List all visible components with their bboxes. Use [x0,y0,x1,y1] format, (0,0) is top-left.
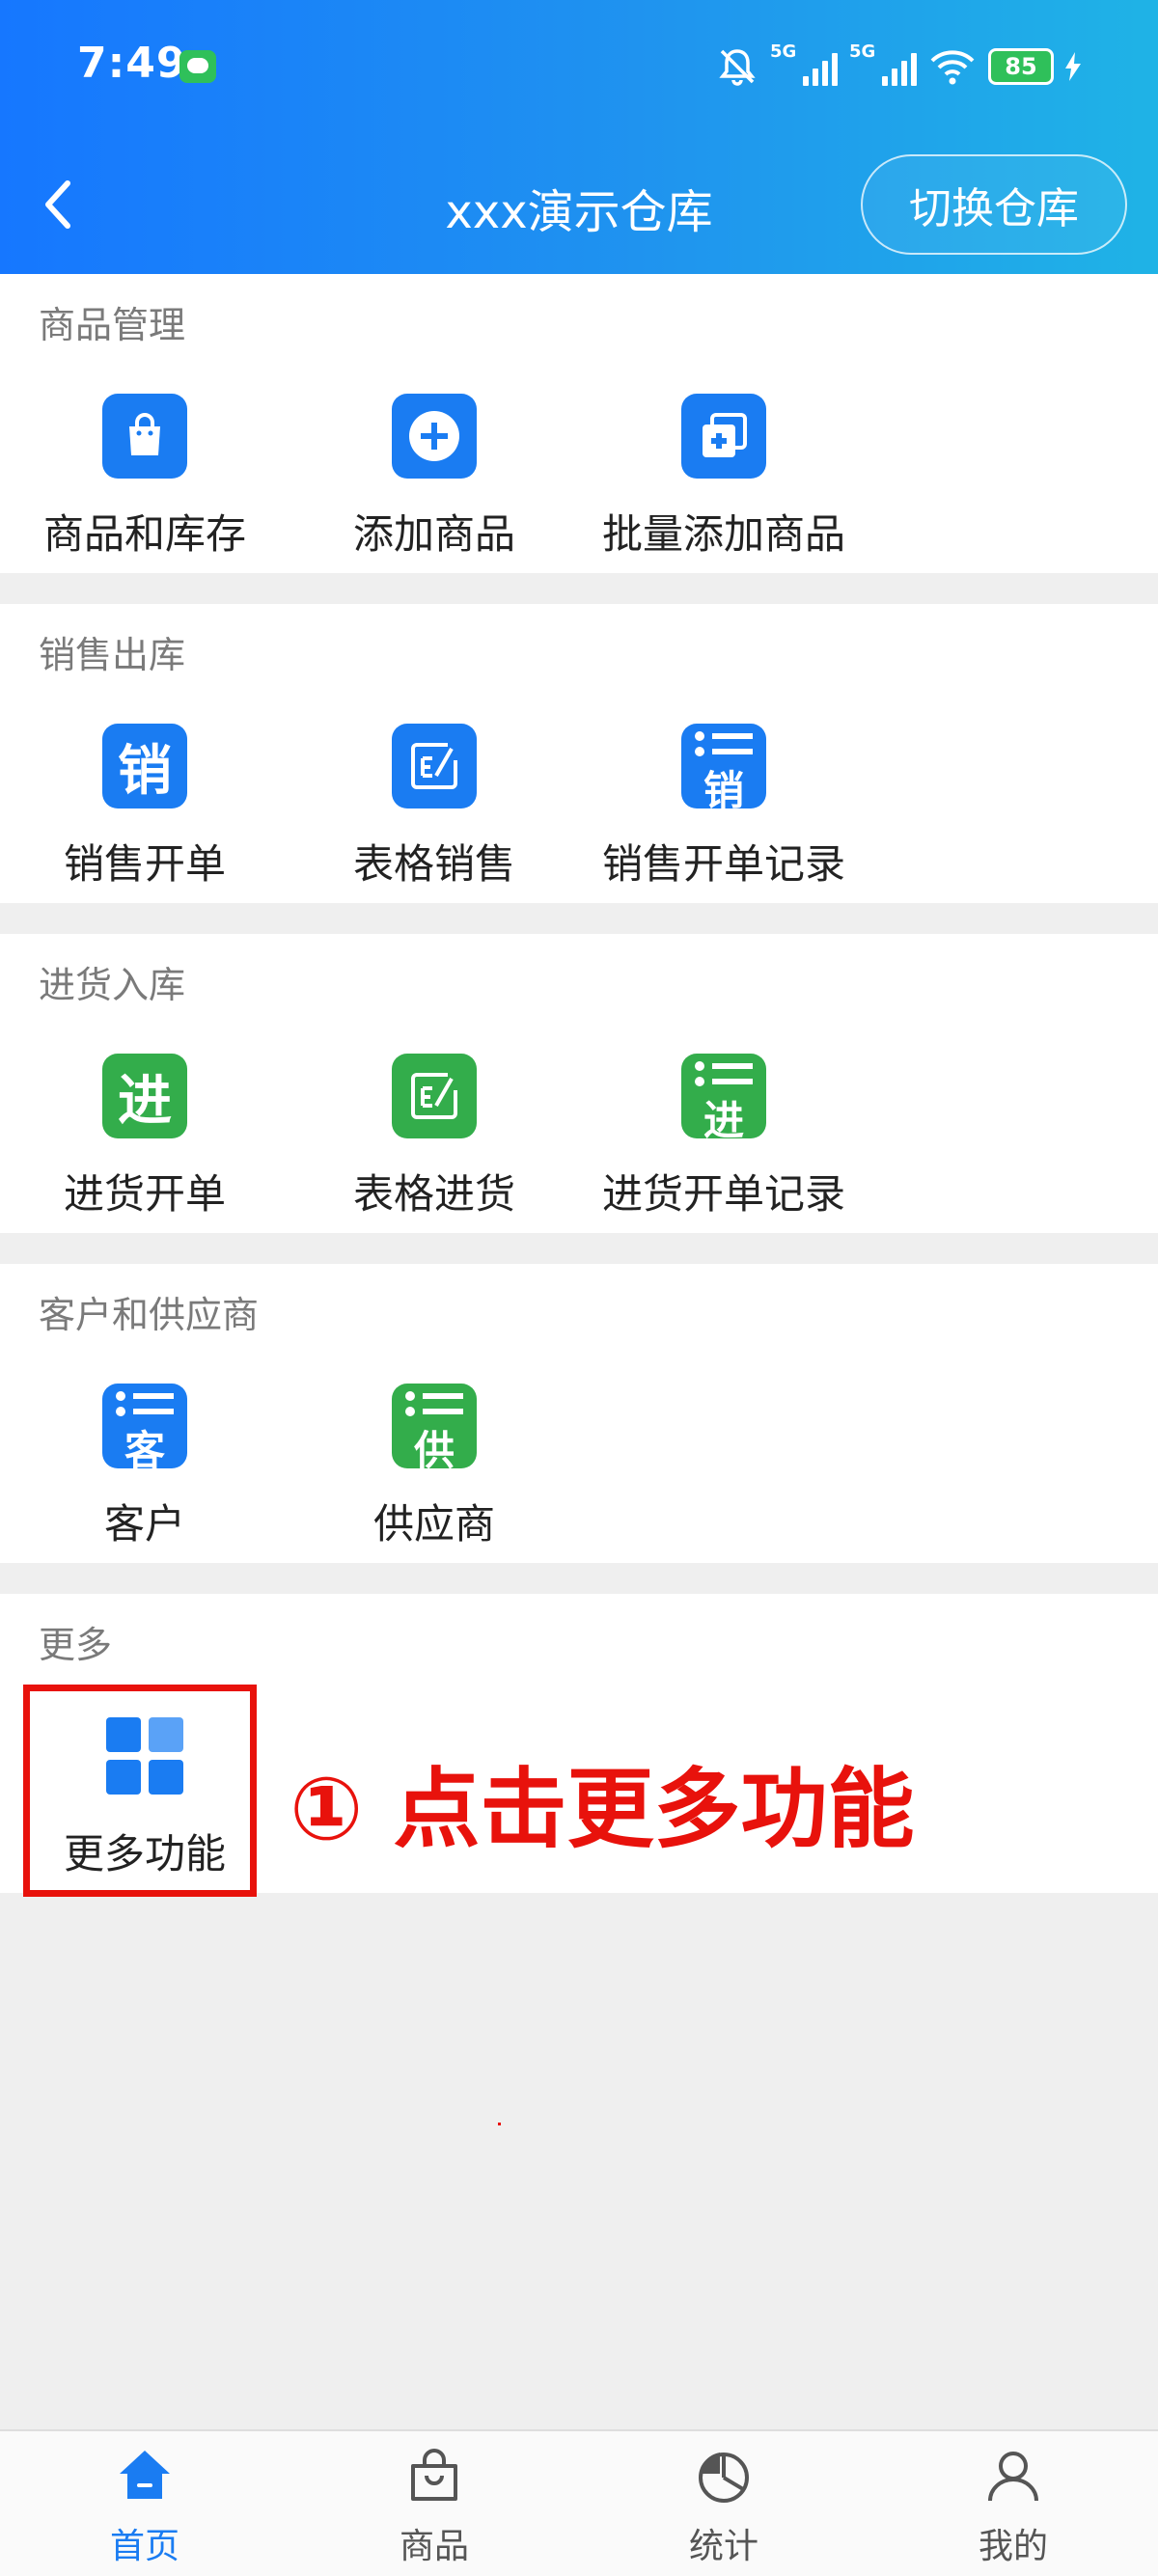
table-purchase-button[interactable]: 表格进货 [290,1054,579,1218]
bottom-tab-bar: 首页 商品 统计 我的 [0,2429,1158,2576]
sales-order-button[interactable]: 销 销售开单 [0,724,290,888]
signal-icon: 5G [849,41,917,90]
sale-order-icon: 销 [102,724,187,808]
sale-record-icon: 销 [681,724,766,808]
tab-home[interactable]: 首页 [0,2431,290,2576]
section-goods-management: 商品管理 商品和库存 添加商品 批量添加商品 [0,274,1158,573]
nav-bar: xxx演示仓库 切换仓库 [0,135,1158,274]
section-title: 进货入库 [39,964,186,1006]
item-label: 添加商品 [352,510,515,558]
section-sales: 销售出库 销 销售开单 表格销售 销 销售开单记录 [0,604,1158,903]
annotation-text: ① 点击更多功能 [290,1759,915,1860]
purchase-order-icon: 进 [102,1054,187,1138]
bag-icon [405,2447,463,2505]
red-dot [498,2123,501,2125]
switch-warehouse-button[interactable]: 切换仓库 [861,154,1127,255]
item-label: 进货开单 [63,1170,226,1218]
signal-label: 5G [849,41,876,62]
table-edit-icon [392,1054,477,1138]
section-title: 商品管理 [39,304,186,346]
batch-add-goods-button[interactable]: 批量添加商品 [579,394,868,558]
purchase-record-button[interactable]: 进 进货开单记录 [579,1054,868,1218]
user-icon [984,2447,1042,2505]
tab-goods[interactable]: 商品 [290,2431,579,2576]
home-icon [116,2447,174,2505]
tab-label: 统计 [688,2527,758,2566]
batch-add-icon [681,394,766,479]
tab-mine[interactable]: 我的 [868,2431,1158,2576]
supplier-button[interactable]: 供 供应商 [290,1384,579,1548]
signal-label: 5G [770,41,797,62]
table-edit-icon [392,724,477,808]
plus-circle-icon [392,394,477,479]
section-customers-suppliers: 客户和供应商 客 客户 供 供应商 [0,1264,1158,1563]
supplier-list-icon: 供 [392,1384,477,1468]
signal-icon: 5G [770,41,838,90]
tab-label: 我的 [978,2527,1048,2566]
icon-glyph: 进 [703,1097,744,1138]
charging-icon [1065,52,1081,81]
icon-glyph: 客 [124,1427,165,1468]
item-label: 客户 [103,1500,185,1548]
status-bar: 7:49 5G 5G 85 [0,0,1158,135]
purchase-record-icon: 进 [681,1054,766,1138]
item-label: 表格进货 [352,1170,515,1218]
item-label: 批量添加商品 [601,510,845,558]
pie-chart-icon [695,2447,753,2505]
item-label: 供应商 [372,1500,495,1548]
tab-label: 首页 [109,2527,179,2566]
tab-statistics[interactable]: 统计 [579,2431,868,2576]
item-label: 销售开单记录 [601,840,845,888]
item-label: 销售开单 [63,840,226,888]
shopping-bag-icon [102,394,187,479]
section-title: 销售出库 [39,634,186,676]
message-icon [179,50,216,83]
table-sales-button[interactable]: 表格销售 [290,724,579,888]
tab-label: 商品 [399,2527,469,2566]
status-indicators: 5G 5G 85 [716,41,1081,91]
wifi-icon [928,47,977,86]
item-label: 商品和库存 [42,510,246,558]
highlight-box [23,1685,257,1897]
customer-list-icon: 客 [102,1384,187,1468]
item-label: 进货开单记录 [601,1170,845,1218]
add-goods-button[interactable]: 添加商品 [290,394,579,558]
header: 7:49 5G 5G 85 xxx演示仓库 切换仓库 [0,0,1158,274]
icon-glyph: 销 [703,767,744,808]
status-time: 7:49 [77,39,187,88]
section-purchase: 进货入库 进 进货开单 表格进货 进 进货开单记录 [0,934,1158,1233]
section-title: 客户和供应商 [39,1294,260,1336]
goods-and-stock-button[interactable]: 商品和库存 [0,394,290,558]
bell-muted-icon [716,45,758,88]
customer-button[interactable]: 客 客户 [0,1384,290,1548]
sales-record-button[interactable]: 销 销售开单记录 [579,724,868,888]
battery-indicator: 85 [988,48,1054,85]
item-label: 表格销售 [352,840,515,888]
section-title: 更多 [39,1624,113,1666]
icon-glyph: 供 [413,1427,455,1468]
purchase-order-button[interactable]: 进 进货开单 [0,1054,290,1218]
